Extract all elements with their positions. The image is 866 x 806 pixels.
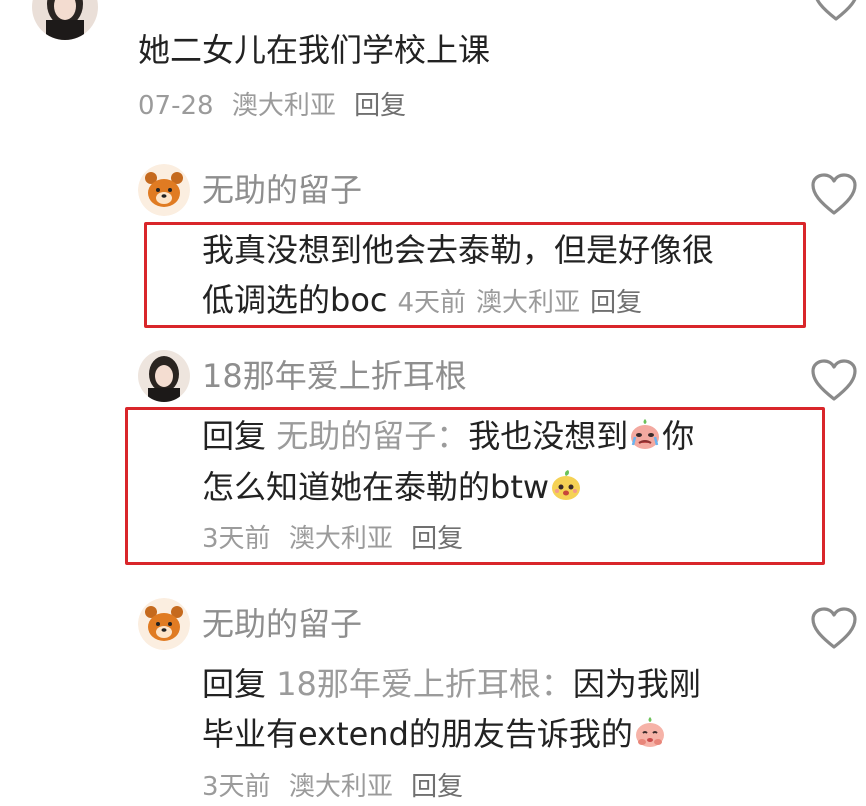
like-heart-icon[interactable] <box>810 358 858 402</box>
username[interactable]: 无助的留子 <box>202 170 362 210</box>
comment-text-line2: 低调选的boc 4天前 澳大利亚 回复 <box>202 274 652 329</box>
comment-text: 因为我刚 <box>572 665 701 703</box>
comment-meta: 07-28 澳大利亚 回复 <box>138 89 416 123</box>
comment-meta: 3天前 澳大利亚 回复 <box>202 522 473 556</box>
like-heart-icon[interactable] <box>810 172 858 216</box>
comment-date: 3天前 <box>202 524 271 554</box>
crying-emoji-icon <box>631 419 660 449</box>
comment-location: 澳大利亚 <box>288 524 393 554</box>
comment-text: 低调选的boc <box>202 281 388 319</box>
comment-text: 怎么知道她在泰勒的btw <box>202 468 550 506</box>
comment-meta: 3天前 澳大利亚 回复 <box>202 770 473 804</box>
reply-button[interactable]: 回复 <box>354 91 406 121</box>
comment-text-line1: 回复 18那年爱上折耳根：因为我刚 <box>202 658 701 710</box>
reply-button[interactable]: 回复 <box>590 288 642 318</box>
comment-text: 毕业有extend的朋友告诉我的 <box>202 715 633 753</box>
shy-emoji-icon <box>635 717 664 747</box>
comment-text-line1: 回复 无助的留子：我也没想到 你 <box>202 410 694 462</box>
reply-button[interactable]: 回复 <box>411 772 463 802</box>
mango-emoji-icon <box>552 470 581 500</box>
comment-location: 澳大利亚 <box>288 772 393 802</box>
comment-text: 我也没想到 <box>468 417 629 455</box>
comment-text-line2: 毕业有extend的朋友告诉我的 <box>202 708 667 760</box>
avatar[interactable] <box>32 0 98 40</box>
bear-avatar-icon <box>138 164 190 216</box>
comment-text: 我真没想到他会去泰勒，但是好像很 <box>202 231 715 269</box>
reply-prefix: 回复 <box>202 665 267 703</box>
reply-prefix: 回复 <box>202 417 267 455</box>
reply-to-username[interactable]: 18那年爱上折耳根： <box>276 665 573 703</box>
comment-date: 07-28 <box>138 91 214 121</box>
reply-button[interactable]: 回复 <box>411 524 463 554</box>
bear-avatar-icon <box>138 598 190 650</box>
comment-text-line2: 怎么知道她在泰勒的btw <box>202 461 583 513</box>
username[interactable]: 无助的留子 <box>202 604 362 644</box>
avatar[interactable] <box>138 164 190 216</box>
reply-to-username[interactable]: 无助的留子： <box>276 417 468 455</box>
username[interactable]: 18那年爱上折耳根 <box>202 356 467 396</box>
comment-date: 3天前 <box>202 772 271 802</box>
comment-text: 她二女儿在我们学校上课 <box>138 31 491 69</box>
like-heart-icon[interactable] <box>810 606 858 650</box>
comment-location: 澳大利亚 <box>476 288 581 318</box>
comment-location: 澳大利亚 <box>231 91 336 121</box>
comment-text: 你 <box>662 417 695 455</box>
avatar[interactable] <box>138 598 190 650</box>
avatar[interactable] <box>138 350 190 402</box>
comment-date: 4天前 <box>397 288 467 318</box>
like-heart-icon[interactable] <box>812 0 860 22</box>
